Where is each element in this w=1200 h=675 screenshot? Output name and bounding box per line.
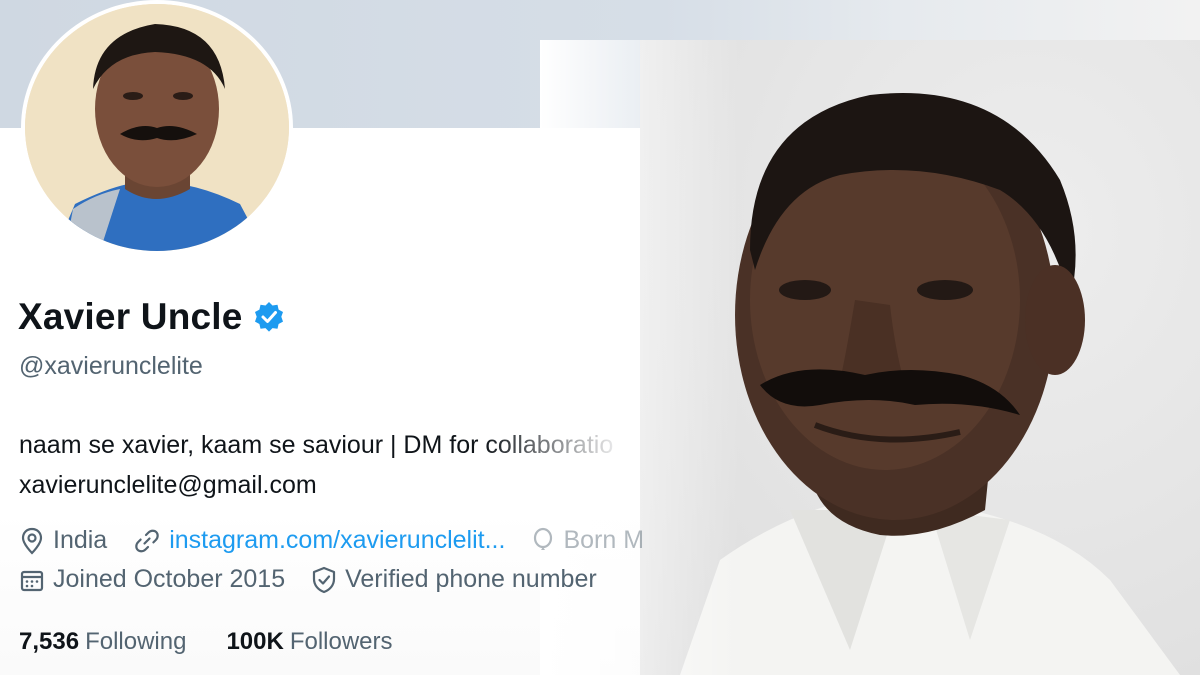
profile-meta-row-1: India instagram.com/xavierunclelit... Bo…	[19, 526, 670, 555]
website-link[interactable]: instagram.com/xavierunclelit...	[169, 526, 505, 555]
calendar-icon	[20, 570, 44, 591]
following-label: Following	[85, 628, 187, 655]
phone-verified-text: Verified phone number	[345, 565, 597, 593]
birth-text: Born M	[563, 526, 645, 554]
profile-handle: @xavierunclelite	[19, 352, 203, 380]
follow-stats: 7,536 Following 100K Followers	[19, 628, 393, 656]
person-photo	[540, 40, 1200, 675]
shield-check-icon	[313, 566, 336, 593]
profile-meta-row-2: Joined October 2015 Verified phone numbe…	[19, 565, 623, 594]
profile-name-row: Xavier Uncle	[18, 296, 285, 338]
followers-count: 100K	[226, 628, 284, 655]
birth-item: Born M	[531, 526, 644, 555]
followers-stat[interactable]: 100K Followers	[226, 628, 392, 656]
location-pin-icon	[21, 527, 43, 555]
following-stat[interactable]: 7,536 Following	[19, 628, 186, 656]
bio-email[interactable]: xavierunclelite@gmail.com	[19, 465, 613, 505]
profile-bio: naam se xavier, kaam se saviour | DM for…	[19, 425, 613, 505]
followers-label: Followers	[289, 628, 393, 655]
location-text: India	[53, 526, 108, 554]
joined-item: Joined October 2015	[19, 565, 285, 594]
website-item[interactable]: instagram.com/xavierunclelit...	[133, 526, 505, 555]
following-count: 7,536	[19, 628, 80, 655]
phone-verified-item: Verified phone number	[311, 565, 597, 594]
profile-screenshot: Xavier Uncle @xavierunclelite naam se xa…	[0, 0, 1200, 675]
bio-text: naam se xavier, kaam se saviour | DM for…	[19, 431, 614, 459]
display-name: Xavier Uncle	[18, 296, 243, 337]
location-item: India	[19, 526, 107, 555]
balloon-icon	[534, 527, 553, 550]
joined-text: Joined October 2015	[53, 565, 286, 593]
link-icon	[135, 529, 159, 552]
avatar[interactable]	[21, 0, 293, 255]
verified-badge-icon[interactable]	[253, 301, 285, 333]
